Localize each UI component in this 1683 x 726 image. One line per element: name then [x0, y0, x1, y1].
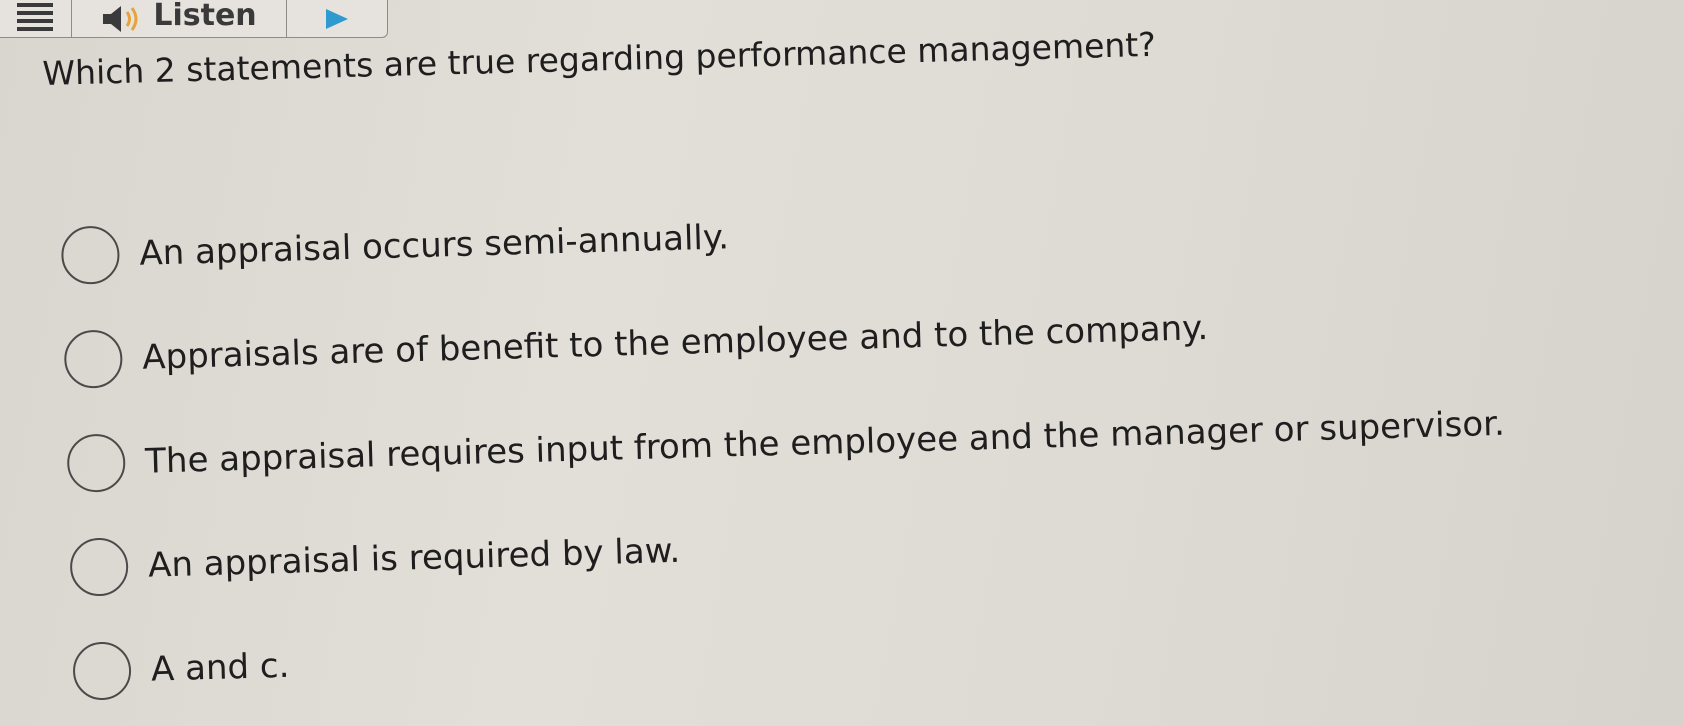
- radio-button-d[interactable]: [69, 537, 129, 597]
- radio-button-c[interactable]: [66, 433, 127, 493]
- hamburger-menu-icon: [17, 3, 53, 31]
- listen-label: Listen: [153, 0, 257, 33]
- radio-button-e[interactable]: [72, 641, 132, 701]
- reader-toolbar: Listen: [0, 0, 388, 38]
- radio-button-a[interactable]: [60, 225, 121, 285]
- speaker-icon: [103, 6, 138, 32]
- answer-options: An appraisal occurs semi-annually. Appra…: [60, 160, 1634, 723]
- option-label: An appraisal is required by law.: [147, 530, 681, 586]
- play-icon: [326, 9, 348, 29]
- radio-button-b[interactable]: [63, 329, 124, 389]
- listen-button[interactable]: Listen: [72, 0, 287, 37]
- option-label: Appraisals are of benefit to the employe…: [141, 307, 1209, 378]
- option-label: A and c.: [150, 645, 290, 690]
- option-label: The appraisal requires input from the em…: [144, 403, 1506, 482]
- play-button[interactable]: [287, 0, 387, 37]
- option-label: An appraisal occurs semi-annually.: [138, 217, 730, 274]
- menu-button[interactable]: [0, 0, 72, 37]
